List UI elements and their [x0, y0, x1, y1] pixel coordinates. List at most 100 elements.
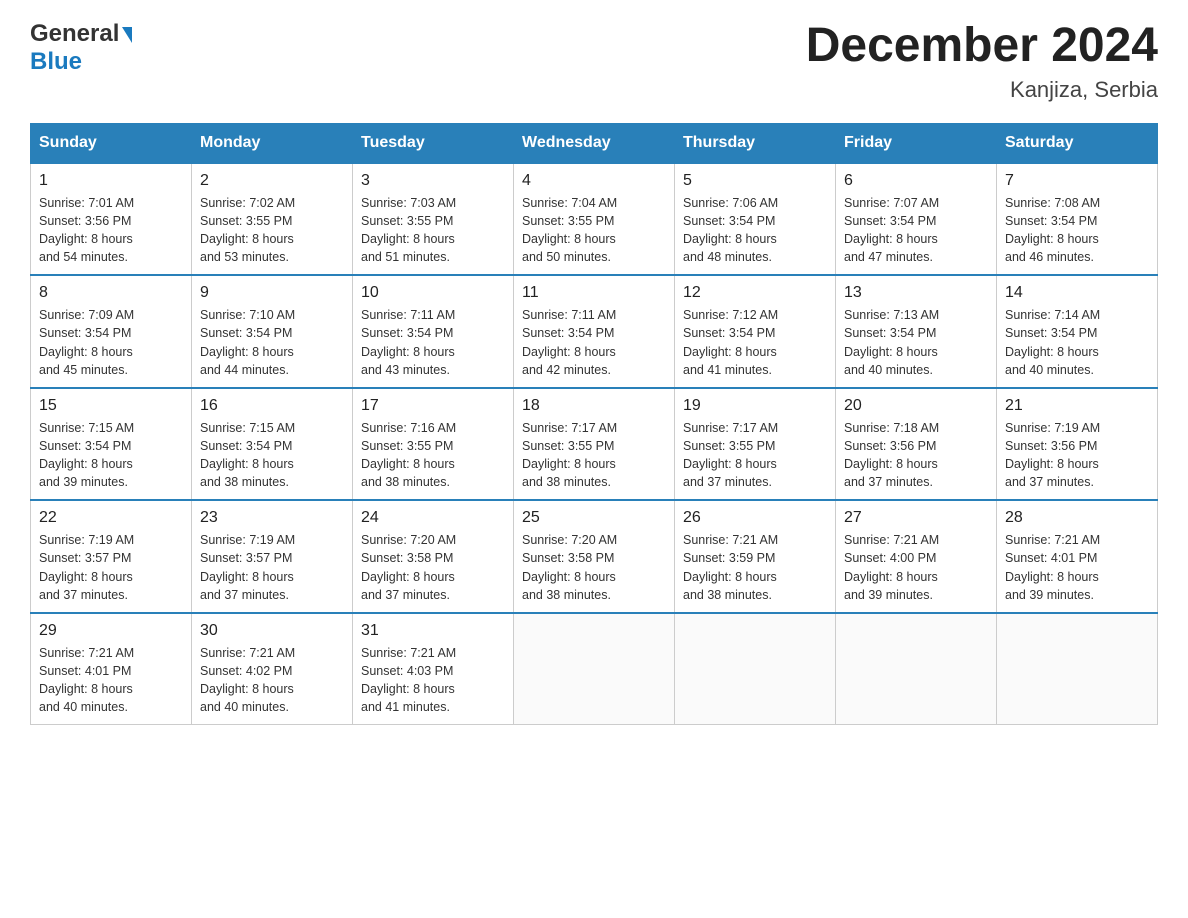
day-number: 29 [39, 622, 183, 640]
day-number: 30 [200, 622, 344, 640]
day-number: 8 [39, 284, 183, 302]
day-number: 12 [683, 284, 827, 302]
day-number: 18 [522, 397, 666, 415]
day-number: 4 [522, 172, 666, 190]
logo-text-group: General Blue [30, 20, 132, 75]
calendar-body: 1 Sunrise: 7:01 AM Sunset: 3:56 PM Dayli… [31, 163, 1158, 725]
day-cell-20: 20 Sunrise: 7:18 AM Sunset: 3:56 PM Dayl… [836, 388, 997, 501]
weekday-header-sunday: Sunday [31, 123, 192, 163]
day-info: Sunrise: 7:21 AM Sunset: 4:01 PM Dayligh… [1005, 531, 1149, 604]
day-number: 2 [200, 172, 344, 190]
weekday-header-saturday: Saturday [997, 123, 1158, 163]
day-cell-16: 16 Sunrise: 7:15 AM Sunset: 3:54 PM Dayl… [192, 388, 353, 501]
day-info: Sunrise: 7:17 AM Sunset: 3:55 PM Dayligh… [522, 419, 666, 492]
day-cell-17: 17 Sunrise: 7:16 AM Sunset: 3:55 PM Dayl… [353, 388, 514, 501]
day-cell-5: 5 Sunrise: 7:06 AM Sunset: 3:54 PM Dayli… [675, 163, 836, 276]
day-cell-12: 12 Sunrise: 7:12 AM Sunset: 3:54 PM Dayl… [675, 275, 836, 388]
day-info: Sunrise: 7:11 AM Sunset: 3:54 PM Dayligh… [361, 306, 505, 379]
day-cell-18: 18 Sunrise: 7:17 AM Sunset: 3:55 PM Dayl… [514, 388, 675, 501]
day-cell-4: 4 Sunrise: 7:04 AM Sunset: 3:55 PM Dayli… [514, 163, 675, 276]
logo-triangle-icon [122, 27, 132, 43]
day-cell-24: 24 Sunrise: 7:20 AM Sunset: 3:58 PM Dayl… [353, 500, 514, 613]
day-info: Sunrise: 7:13 AM Sunset: 3:54 PM Dayligh… [844, 306, 988, 379]
day-info: Sunrise: 7:18 AM Sunset: 3:56 PM Dayligh… [844, 419, 988, 492]
day-info: Sunrise: 7:21 AM Sunset: 4:01 PM Dayligh… [39, 644, 183, 717]
weekday-header-friday: Friday [836, 123, 997, 163]
day-cell-3: 3 Sunrise: 7:03 AM Sunset: 3:55 PM Dayli… [353, 163, 514, 276]
day-cell-28: 28 Sunrise: 7:21 AM Sunset: 4:01 PM Dayl… [997, 500, 1158, 613]
day-info: Sunrise: 7:06 AM Sunset: 3:54 PM Dayligh… [683, 194, 827, 267]
week-row-3: 15 Sunrise: 7:15 AM Sunset: 3:54 PM Dayl… [31, 388, 1158, 501]
day-number: 6 [844, 172, 988, 190]
day-number: 14 [1005, 284, 1149, 302]
day-cell-23: 23 Sunrise: 7:19 AM Sunset: 3:57 PM Dayl… [192, 500, 353, 613]
week-row-2: 8 Sunrise: 7:09 AM Sunset: 3:54 PM Dayli… [31, 275, 1158, 388]
day-info: Sunrise: 7:01 AM Sunset: 3:56 PM Dayligh… [39, 194, 183, 267]
day-number: 7 [1005, 172, 1149, 190]
day-cell-8: 8 Sunrise: 7:09 AM Sunset: 3:54 PM Dayli… [31, 275, 192, 388]
day-number: 31 [361, 622, 505, 640]
logo: General Blue [30, 20, 132, 75]
day-info: Sunrise: 7:21 AM Sunset: 4:00 PM Dayligh… [844, 531, 988, 604]
weekday-header-thursday: Thursday [675, 123, 836, 163]
day-number: 16 [200, 397, 344, 415]
day-cell-14: 14 Sunrise: 7:14 AM Sunset: 3:54 PM Dayl… [997, 275, 1158, 388]
day-info: Sunrise: 7:04 AM Sunset: 3:55 PM Dayligh… [522, 194, 666, 267]
day-info: Sunrise: 7:21 AM Sunset: 4:03 PM Dayligh… [361, 644, 505, 717]
calendar-table: SundayMondayTuesdayWednesdayThursdayFrid… [30, 123, 1158, 726]
day-number: 24 [361, 509, 505, 527]
day-cell-13: 13 Sunrise: 7:13 AM Sunset: 3:54 PM Dayl… [836, 275, 997, 388]
day-info: Sunrise: 7:11 AM Sunset: 3:54 PM Dayligh… [522, 306, 666, 379]
logo-general: General [30, 20, 119, 48]
day-number: 1 [39, 172, 183, 190]
day-number: 3 [361, 172, 505, 190]
day-info: Sunrise: 7:16 AM Sunset: 3:55 PM Dayligh… [361, 419, 505, 492]
empty-cell-w4-c3 [514, 613, 675, 725]
day-number: 11 [522, 284, 666, 302]
calendar-header: SundayMondayTuesdayWednesdayThursdayFrid… [31, 123, 1158, 163]
month-title: December 2024 [806, 20, 1158, 73]
weekday-header-row: SundayMondayTuesdayWednesdayThursdayFrid… [31, 123, 1158, 163]
empty-cell-w4-c5 [836, 613, 997, 725]
day-info: Sunrise: 7:12 AM Sunset: 3:54 PM Dayligh… [683, 306, 827, 379]
week-row-1: 1 Sunrise: 7:01 AM Sunset: 3:56 PM Dayli… [31, 163, 1158, 276]
day-cell-19: 19 Sunrise: 7:17 AM Sunset: 3:55 PM Dayl… [675, 388, 836, 501]
day-info: Sunrise: 7:09 AM Sunset: 3:54 PM Dayligh… [39, 306, 183, 379]
weekday-header-tuesday: Tuesday [353, 123, 514, 163]
day-number: 22 [39, 509, 183, 527]
day-cell-1: 1 Sunrise: 7:01 AM Sunset: 3:56 PM Dayli… [31, 163, 192, 276]
day-number: 19 [683, 397, 827, 415]
day-number: 20 [844, 397, 988, 415]
day-number: 9 [200, 284, 344, 302]
weekday-header-wednesday: Wednesday [514, 123, 675, 163]
day-info: Sunrise: 7:21 AM Sunset: 3:59 PM Dayligh… [683, 531, 827, 604]
day-number: 26 [683, 509, 827, 527]
day-number: 27 [844, 509, 988, 527]
day-cell-9: 9 Sunrise: 7:10 AM Sunset: 3:54 PM Dayli… [192, 275, 353, 388]
day-number: 21 [1005, 397, 1149, 415]
title-area: December 2024 Kanjiza, Serbia [806, 20, 1158, 103]
day-cell-10: 10 Sunrise: 7:11 AM Sunset: 3:54 PM Dayl… [353, 275, 514, 388]
week-row-4: 22 Sunrise: 7:19 AM Sunset: 3:57 PM Dayl… [31, 500, 1158, 613]
empty-cell-w4-c6 [997, 613, 1158, 725]
day-info: Sunrise: 7:20 AM Sunset: 3:58 PM Dayligh… [522, 531, 666, 604]
day-number: 15 [39, 397, 183, 415]
day-cell-2: 2 Sunrise: 7:02 AM Sunset: 3:55 PM Dayli… [192, 163, 353, 276]
location-label: Kanjiza, Serbia [806, 77, 1158, 103]
weekday-header-monday: Monday [192, 123, 353, 163]
empty-cell-w4-c4 [675, 613, 836, 725]
day-number: 23 [200, 509, 344, 527]
day-info: Sunrise: 7:07 AM Sunset: 3:54 PM Dayligh… [844, 194, 988, 267]
day-number: 25 [522, 509, 666, 527]
day-cell-26: 26 Sunrise: 7:21 AM Sunset: 3:59 PM Dayl… [675, 500, 836, 613]
page-header: General Blue December 2024 Kanjiza, Serb… [30, 20, 1158, 103]
day-info: Sunrise: 7:08 AM Sunset: 3:54 PM Dayligh… [1005, 194, 1149, 267]
day-info: Sunrise: 7:19 AM Sunset: 3:57 PM Dayligh… [39, 531, 183, 604]
day-info: Sunrise: 7:03 AM Sunset: 3:55 PM Dayligh… [361, 194, 505, 267]
day-cell-15: 15 Sunrise: 7:15 AM Sunset: 3:54 PM Dayl… [31, 388, 192, 501]
day-cell-29: 29 Sunrise: 7:21 AM Sunset: 4:01 PM Dayl… [31, 613, 192, 725]
day-info: Sunrise: 7:02 AM Sunset: 3:55 PM Dayligh… [200, 194, 344, 267]
day-cell-25: 25 Sunrise: 7:20 AM Sunset: 3:58 PM Dayl… [514, 500, 675, 613]
day-cell-22: 22 Sunrise: 7:19 AM Sunset: 3:57 PM Dayl… [31, 500, 192, 613]
week-row-5: 29 Sunrise: 7:21 AM Sunset: 4:01 PM Dayl… [31, 613, 1158, 725]
